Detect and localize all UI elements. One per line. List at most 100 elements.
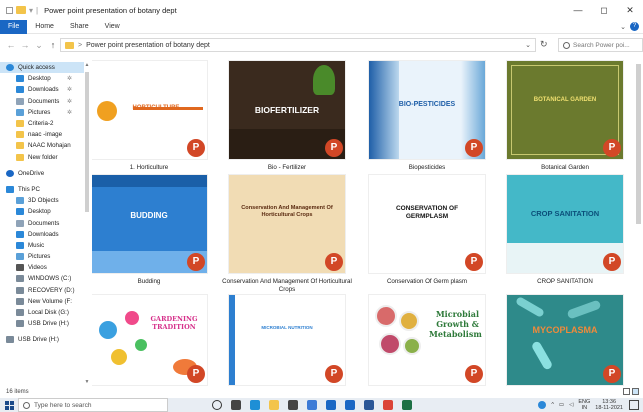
- slide-thumbnail[interactable]: MYCOPLASMA P: [506, 294, 624, 386]
- volume-icon[interactable]: ◁: [569, 402, 573, 408]
- scroll-up-button[interactable]: ▲: [84, 62, 90, 68]
- sidebar-item-usb-drive-h[interactable]: USB Drive (H:): [0, 318, 84, 329]
- sidebar-item-label: WINDOWS (C:): [28, 275, 72, 283]
- status-bar: 16 items: [0, 386, 643, 398]
- sidebar-item-windows-c[interactable]: WINDOWS (C:): [0, 273, 84, 284]
- sidebar-item-recovery-d[interactable]: RECOVERY (D:): [0, 285, 84, 296]
- sidebar-item-desktop[interactable]: Desktop ✲: [0, 73, 84, 84]
- sidebar-item-label: New folder: [28, 153, 58, 161]
- back-button[interactable]: ←: [4, 40, 18, 50]
- network-icon[interactable]: ▭: [559, 402, 564, 408]
- usb-icon: [16, 320, 24, 328]
- sidebar-item-naac-image[interactable]: naac -image: [0, 129, 84, 140]
- people-icon[interactable]: [538, 401, 547, 409]
- slide-title: MYCOPLASMA: [532, 325, 598, 335]
- sidebar-item-new-folder[interactable]: New folder: [0, 152, 84, 163]
- taskview-icon[interactable]: [231, 400, 241, 410]
- minimize-button[interactable]: —: [565, 0, 591, 20]
- expand-ribbon-icon[interactable]: ⌄: [620, 23, 626, 31]
- slide-thumbnail[interactable]: CONSERVATION OF GERMPLASM P: [368, 174, 486, 274]
- sidebar-item-local-disk-g[interactable]: Local Disk (G:): [0, 307, 84, 318]
- refresh-button[interactable]: ↻: [540, 39, 548, 50]
- ribbon-tabs: File Home Share View ⌄ ?: [0, 19, 643, 34]
- taskbar-search-input[interactable]: Type here to search: [18, 398, 168, 412]
- sidebar-item-videos[interactable]: Videos: [0, 262, 84, 273]
- powerpoint-icon: P: [325, 365, 343, 383]
- slide-thumbnail[interactable]: Conservation And Management Of Horticult…: [228, 174, 346, 274]
- documents-icon: [16, 219, 24, 227]
- help-icon[interactable]: ?: [630, 22, 639, 31]
- address-bar[interactable]: > Power point presentation of botany dep…: [60, 38, 536, 52]
- item-count: 16 items: [6, 389, 29, 395]
- language-indicator[interactable]: ENG IN: [578, 399, 590, 411]
- search-input[interactable]: Search Power poi...: [558, 38, 643, 52]
- content-scrollbar[interactable]: [634, 56, 643, 386]
- content-scroll-thumb[interactable]: [636, 64, 641, 224]
- slide-thumbnail[interactable]: BIO-PESTICIDES P: [368, 60, 486, 160]
- breadcrumb-current[interactable]: Power point presentation of botany dept: [86, 42, 210, 49]
- sidebar-item-label: Local Disk (G:): [28, 309, 69, 317]
- sidebar-item-label: Pictures: [28, 253, 51, 261]
- sidebar-item-naac-mohajan[interactable]: NAAC Mohajan: [0, 140, 84, 151]
- slide-thumbnail[interactable]: GARDENING TRADITION P: [92, 294, 208, 386]
- slide-thumbnail[interactable]: MICROBIAL NUTRITION P: [228, 294, 346, 386]
- slide-thumbnail[interactable]: Microbial Growth & Metabolism P: [368, 294, 486, 386]
- toolbar-dropdown-icon[interactable]: ▾: [29, 6, 33, 15]
- slide-thumbnail[interactable]: CROP SANITATION P: [506, 174, 624, 274]
- slide-thumbnail[interactable]: BOTANICAL GARDEN P: [506, 60, 624, 160]
- new-folder-icon[interactable]: [16, 6, 26, 14]
- sidebar-item-downloads[interactable]: Downloads: [0, 229, 84, 240]
- sidebar-item-pictures[interactable]: Pictures: [0, 251, 84, 262]
- cortana-icon[interactable]: [212, 400, 222, 410]
- edge-icon[interactable]: [250, 400, 260, 410]
- slide-title: BIOFERTILIZER: [254, 105, 320, 115]
- scroll-down-button[interactable]: ▼: [84, 379, 90, 385]
- mail-icon[interactable]: [326, 400, 336, 410]
- sidebar-item-desktop[interactable]: Desktop: [0, 206, 84, 217]
- start-button[interactable]: [0, 398, 18, 412]
- sidebar-item-onedrive[interactable]: OneDrive: [0, 168, 84, 179]
- address-dropdown-button[interactable]: ⌄: [525, 41, 531, 49]
- details-view-icon[interactable]: [623, 388, 630, 395]
- notifications-icon[interactable]: [629, 400, 639, 410]
- excel-icon[interactable]: [402, 400, 412, 410]
- word-icon[interactable]: [364, 400, 374, 410]
- sidebar-item-quick-access[interactable]: Quick access: [0, 62, 84, 74]
- sidebar-item-downloads[interactable]: Downloads ✲: [0, 84, 84, 95]
- large-icons-view-icon[interactable]: [632, 388, 639, 395]
- onedrive-icon[interactable]: [345, 400, 355, 410]
- chevron-up-icon[interactable]: ^: [551, 402, 554, 408]
- navigation-scrollbar[interactable]: ▲ ▼: [84, 62, 90, 385]
- forward-button[interactable]: →: [18, 40, 32, 50]
- sidebar-item-music[interactable]: Music: [0, 240, 84, 251]
- sidebar-item-this-pc[interactable]: This PC: [0, 184, 84, 195]
- tab-home[interactable]: Home: [27, 20, 62, 34]
- sidebar-item-label: naac -image: [28, 131, 63, 139]
- slide-thumbnail[interactable]: HORTICULTURE P: [92, 60, 208, 160]
- security-icon[interactable]: [307, 400, 317, 410]
- sidebar-item-documents[interactable]: Documents ✲: [0, 96, 84, 107]
- sidebar-item-criteria-2[interactable]: Criteria-2: [0, 118, 84, 129]
- tab-share[interactable]: Share: [62, 20, 97, 34]
- search-icon: [563, 41, 570, 49]
- sidebar-item-documents[interactable]: Documents: [0, 217, 84, 228]
- sidebar-item-pictures[interactable]: Pictures ✲: [0, 107, 84, 118]
- sidebar-item-usb-drive-h[interactable]: USB Drive (H:): [0, 334, 84, 345]
- close-button[interactable]: ✕: [617, 0, 643, 20]
- file-name: Bio - Fertilizer: [267, 164, 307, 171]
- sidebar-item-new-volume-f[interactable]: New Volume (F:: [0, 296, 84, 307]
- chrome-icon[interactable]: [383, 400, 393, 410]
- clock[interactable]: 13:36 18-11-2021: [595, 399, 623, 411]
- file-explorer-icon[interactable]: [269, 400, 279, 410]
- sidebar-item-3d-objects[interactable]: 3D Objects: [0, 195, 84, 206]
- up-button[interactable]: ↑: [46, 40, 60, 50]
- maximize-button[interactable]: ◻: [591, 0, 617, 20]
- slide-thumbnail[interactable]: BIOFERTILIZER P: [228, 60, 346, 160]
- properties-icon[interactable]: [6, 6, 13, 14]
- recent-locations-button[interactable]: ⌄: [32, 40, 46, 51]
- scroll-thumb[interactable]: [85, 72, 89, 212]
- slide-thumbnail[interactable]: BUDDING P: [92, 174, 208, 274]
- tab-view[interactable]: View: [97, 20, 128, 34]
- tab-file[interactable]: File: [0, 19, 28, 34]
- store-icon[interactable]: [288, 400, 298, 410]
